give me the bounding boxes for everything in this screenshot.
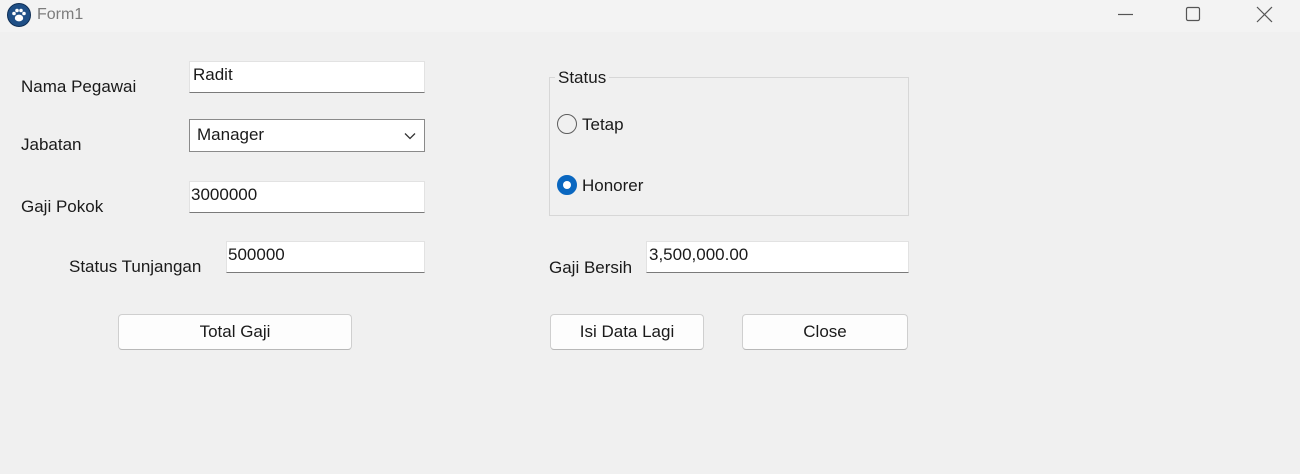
- maximize-icon: [1185, 6, 1201, 22]
- jabatan-combobox[interactable]: Manager: [189, 119, 425, 152]
- close-icon: [1256, 6, 1273, 23]
- chevron-down-icon: [404, 133, 416, 140]
- close-window-button[interactable]: [1241, 0, 1287, 32]
- nama-pegawai-label: Nama Pegawai: [21, 77, 137, 96]
- total-gaji-button[interactable]: Total Gaji: [118, 314, 352, 350]
- isi-data-lagi-button[interactable]: Isi Data Lagi: [550, 314, 704, 350]
- status-group-title: Status: [555, 68, 610, 88]
- tetap-radio[interactable]: [557, 114, 577, 134]
- paw-icon[interactable]: [7, 3, 31, 27]
- gaji-pokok-value: 3000000: [191, 185, 258, 204]
- title-bar: Form1: [0, 0, 1300, 32]
- nama-pegawai-value: Radit: [193, 65, 233, 84]
- radio-selected-dot: [563, 181, 571, 189]
- gaji-bersih-input[interactable]: 3,500,000.00: [646, 241, 909, 273]
- status-tunjangan-input[interactable]: 500000: [226, 241, 425, 273]
- nama-pegawai-input[interactable]: Radit: [189, 61, 425, 93]
- honorer-radio[interactable]: [557, 175, 577, 195]
- close-button[interactable]: Close: [742, 314, 908, 350]
- minimize-icon: [1118, 13, 1133, 16]
- gaji-pokok-label: Gaji Pokok: [21, 197, 104, 216]
- status-tunjangan-label: Status Tunjangan: [69, 257, 202, 276]
- gaji-pokok-input[interactable]: 3000000: [189, 181, 425, 213]
- jabatan-selected-value: Manager: [197, 125, 265, 144]
- window-title: Form1: [37, 6, 84, 23]
- gaji-bersih-value: 3,500,000.00: [649, 245, 749, 264]
- maximize-button[interactable]: [1170, 0, 1216, 32]
- minimize-button[interactable]: [1102, 0, 1148, 32]
- tetap-radio-label[interactable]: Tetap: [582, 115, 624, 135]
- status-tunjangan-value: 500000: [228, 245, 285, 264]
- gaji-bersih-label: Gaji Bersih: [549, 258, 633, 277]
- jabatan-label: Jabatan: [21, 135, 82, 154]
- honorer-radio-label[interactable]: Honorer: [582, 176, 643, 196]
